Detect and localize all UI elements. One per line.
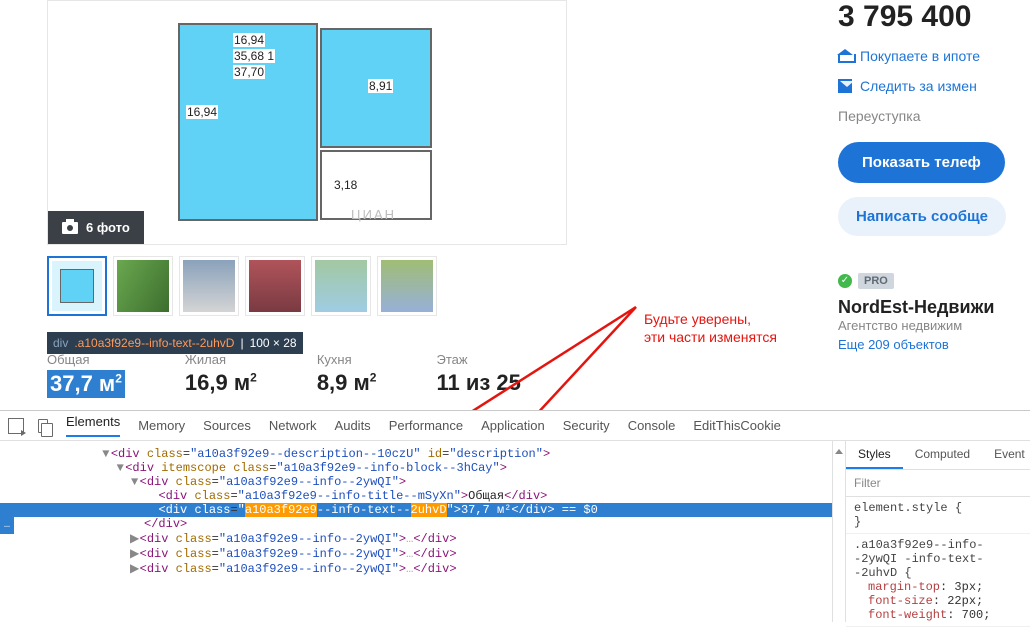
styles-tab-event[interactable]: Event — [982, 441, 1030, 469]
inspect-icon[interactable] — [8, 418, 24, 434]
stat-kitchen-label: Кухня — [317, 352, 377, 367]
write-message-button[interactable]: Написать сообще — [838, 197, 1006, 236]
tooltip-class: .a10a3f92e9--info-text--2uhvD — [74, 336, 234, 350]
pro-row: ✓ PRO — [838, 273, 894, 289]
tab-editthiscookie[interactable]: EditThisCookie — [693, 418, 780, 433]
tab-memory[interactable]: Memory — [138, 418, 185, 433]
stat-living-value: 16,9 м2 — [185, 370, 257, 396]
el-line-1[interactable]: ▼<div class="a10a3f92e9--description--10… — [0, 447, 832, 461]
tab-audits[interactable]: Audits — [335, 418, 371, 433]
right-column: 3 795 400 Покупаете в ипоте Следить за и… — [838, 0, 1030, 352]
show-phone-button[interactable]: Показать телеф — [838, 142, 1005, 183]
el-line-3[interactable]: ▼<div class="a10a3f92e9--info--2ywQI"> — [0, 475, 832, 489]
stat-total: Общая 37,7 м2 — [47, 352, 125, 398]
styles-filter[interactable]: Filter — [846, 470, 1030, 497]
fp-label-1: 16,94 — [233, 33, 265, 47]
tooltip-sep: | — [240, 336, 243, 350]
stat-floor: Этаж 11 из 25 — [436, 352, 520, 398]
stat-total-value: 37,7 м2 — [47, 370, 125, 398]
el-line-8[interactable]: ▶<div class="a10a3f92e9--info--2ywQI">…<… — [0, 546, 832, 561]
property-stats: Общая 37,7 м2 Жилая 16,9 м2 Кухня 8,9 м2… — [47, 352, 521, 398]
photo-count-text: 6 фото — [86, 220, 130, 235]
pro-badge: PRO — [858, 273, 894, 289]
annotation-line-1: Будьте уверены, — [644, 310, 777, 328]
thumb-4[interactable] — [245, 256, 305, 316]
css-rule-info-text[interactable]: .a10a3f92e9--info--2ywQI -info-text--2uh… — [846, 534, 1030, 627]
fp-label-5: 8,91 — [368, 79, 393, 93]
gutter-dots: … — [0, 517, 14, 534]
agency-block: ✓ PRO NordEst-Недвижи Агентство недвижим… — [838, 270, 1030, 352]
stat-floor-label: Этаж — [436, 352, 520, 367]
panel-divider[interactable] — [832, 441, 846, 622]
thumb-6[interactable] — [377, 256, 437, 316]
el-line-4[interactable]: <div class="a10a3f92e9--info-title--mSyX… — [0, 489, 832, 503]
elements-panel[interactable]: … ▼<div class="a10a3f92e9--description--… — [0, 441, 832, 622]
device-toggle-icon[interactable] — [38, 419, 48, 433]
el-line-9[interactable]: ▶<div class="a10a3f92e9--info--2ywQI">…<… — [0, 561, 832, 576]
stat-living-label: Жилая — [185, 352, 257, 367]
thumb-1[interactable] — [47, 256, 107, 316]
el-line-2[interactable]: ▼<div itemscope class="a10a3f92e9--info-… — [0, 461, 832, 475]
fp-label-2: 35,68 1 — [233, 49, 275, 63]
agency-more-link[interactable]: Еще 209 объектов — [838, 337, 1030, 352]
tab-performance[interactable]: Performance — [389, 418, 463, 433]
collapse-icon — [835, 449, 843, 454]
agency-subtitle: Агентство недвижим — [838, 318, 1030, 333]
stat-living: Жилая 16,9 м2 — [185, 352, 257, 398]
fp-label-4: 16,94 — [186, 105, 218, 119]
bank-icon — [838, 49, 852, 63]
agency-name[interactable]: NordEst-Недвижи — [838, 297, 1030, 318]
css-prop-3[interactable]: font-weight: 700; — [854, 608, 1022, 622]
stat-kitchen: Кухня 8,9 м2 — [317, 352, 377, 398]
tab-security[interactable]: Security — [563, 418, 610, 433]
thumb-5[interactable] — [311, 256, 371, 316]
fp-label-3: 37,70 — [233, 65, 265, 79]
photo-count-badge[interactable]: 6 фото — [48, 211, 144, 244]
styles-tab-computed[interactable]: Computed — [903, 441, 982, 469]
tab-sources[interactable]: Sources — [203, 418, 251, 433]
tab-network[interactable]: Network — [269, 418, 317, 433]
stat-total-label: Общая — [47, 352, 125, 367]
tooltip-tag: div — [53, 336, 68, 350]
devtools-body: … ▼<div class="a10a3f92e9--description--… — [0, 441, 1030, 622]
styles-panel: Styles Computed Event Filter element.sty… — [846, 441, 1030, 622]
css-prop-1[interactable]: margin-top: 3px; — [854, 580, 1022, 594]
stat-kitchen-value: 8,9 м2 — [317, 370, 377, 396]
devtools-tabs: Elements Memory Sources Network Audits P… — [0, 411, 1030, 441]
annotation: Будьте уверены, эти части изменятся — [644, 310, 777, 346]
css-prop-2[interactable]: font-size: 22px; — [854, 594, 1022, 608]
mail-icon — [838, 79, 852, 93]
tab-console[interactable]: Console — [628, 418, 676, 433]
follow-link[interactable]: Следить за измен — [838, 78, 1030, 94]
thumbnails-strip — [47, 256, 437, 316]
mortgage-link-text: Покупаете в ипоте — [860, 48, 980, 64]
fp-label-6: 3,18 — [333, 178, 358, 192]
devtools: Elements Memory Sources Network Audits P… — [0, 410, 1030, 621]
verified-icon: ✓ — [838, 274, 852, 288]
watermark: ЦИАН — [350, 208, 397, 222]
tab-elements[interactable]: Elements — [66, 414, 120, 437]
styles-tabs: Styles Computed Event — [846, 441, 1030, 470]
tab-application[interactable]: Application — [481, 418, 545, 433]
mortgage-link[interactable]: Покупаете в ипоте — [838, 48, 1030, 64]
tooltip-dims: 100 × 28 — [250, 336, 297, 350]
follow-link-text: Следить за измен — [860, 78, 977, 94]
main-photo[interactable]: 16,94 35,68 1 37,70 16,94 8,91 3,18 ЦИАН… — [47, 0, 567, 245]
el-line-7[interactable]: ▶<div class="a10a3f92e9--info--2ywQI">…<… — [0, 531, 832, 546]
styles-tab-styles[interactable]: Styles — [846, 441, 903, 469]
inspector-tooltip: div .a10a3f92e9--info-text--2uhvD | 100 ×… — [47, 332, 303, 354]
assignment-text: Переуступка — [838, 108, 1030, 124]
el-line-selected[interactable]: <div class="a10a3f92e9--info-text--2uhvD… — [0, 503, 832, 517]
floor-plan: 16,94 35,68 1 37,70 16,94 8,91 3,18 ЦИАН — [178, 23, 436, 223]
stat-floor-value: 11 из 25 — [436, 370, 520, 396]
thumb-2[interactable] — [113, 256, 173, 316]
camera-icon — [62, 222, 78, 234]
thumb-3[interactable] — [179, 256, 239, 316]
annotation-line-2: эти части изменятся — [644, 328, 777, 346]
price: 3 795 400 — [838, 0, 1030, 34]
css-rule-element-style[interactable]: element.style {} — [846, 497, 1030, 534]
el-line-6[interactable]: </div> — [0, 517, 832, 531]
